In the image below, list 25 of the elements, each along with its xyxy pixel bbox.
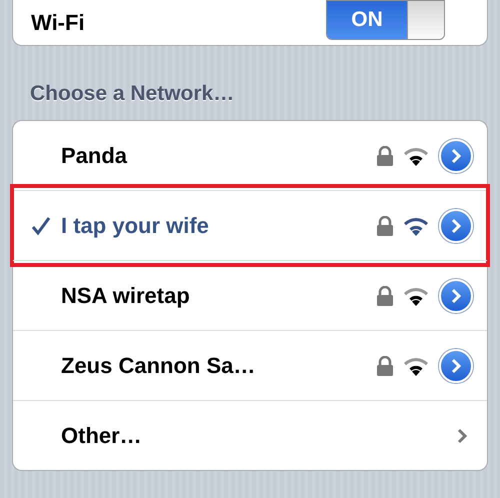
wifi-icon [403, 146, 429, 166]
network-name[interactable]: I tap your wife [61, 212, 209, 238]
check-icon [31, 216, 51, 236]
detail-disclosure-button[interactable] [439, 278, 473, 312]
lock-icon [377, 356, 393, 376]
wifi-label: Wi-Fi [31, 10, 85, 36]
wifi-icon [403, 356, 429, 376]
lock-icon [377, 216, 393, 236]
chevron-icon [449, 218, 463, 234]
section-header: Choose a Network… [30, 82, 236, 107]
wifi-icon [403, 216, 429, 236]
detail-disclosure-button[interactable] [439, 208, 473, 242]
network-name[interactable]: NSA wiretap [61, 282, 190, 308]
lock-icon [377, 146, 393, 166]
network-name[interactable]: Other… [61, 422, 142, 448]
detail-disclosure-button[interactable] [439, 138, 473, 172]
wifi-icon [403, 286, 429, 306]
chevron-icon [449, 288, 463, 304]
chevron-icon [449, 358, 463, 374]
lock-icon [377, 286, 393, 306]
wifi-toggle[interactable]: ON [326, 0, 445, 40]
chevron-icon [449, 148, 463, 164]
network-name[interactable]: Zeus Cannon Sa… [61, 352, 256, 378]
network-name[interactable]: Panda [61, 142, 128, 168]
detail-disclosure-button[interactable] [439, 348, 473, 382]
